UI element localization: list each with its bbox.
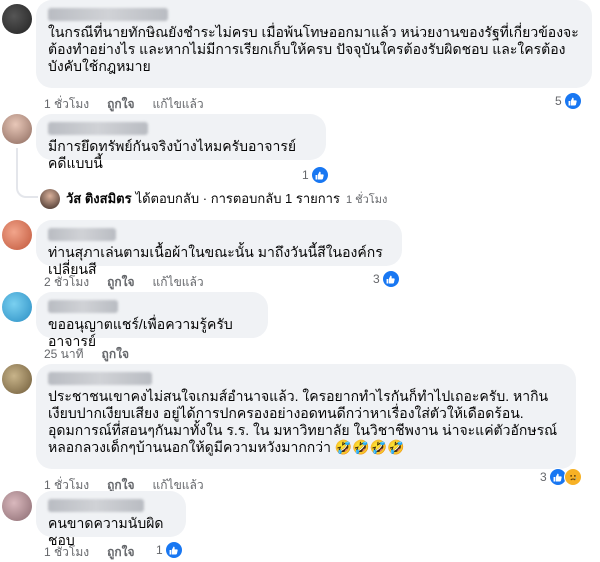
avatar[interactable] (2, 114, 32, 144)
avatar[interactable] (2, 292, 32, 322)
reaction-summary[interactable]: 3 (373, 270, 400, 288)
comment-actions: 2 ชั่วโมง ถูกใจ แก้ไขแล้ว (44, 273, 204, 292)
avatar[interactable] (2, 4, 32, 34)
comment-bubble: ในกรณีที่นายทักษิณยังชำระไม่ครบ เมื่อพ้น… (36, 0, 592, 88)
reaction-summary[interactable]: 5 (555, 92, 582, 110)
edited-label[interactable]: แก้ไขแล้ว (153, 95, 204, 114)
reaction-count: 3 (540, 470, 547, 484)
comment-bubble: มีการยึดทรัพย์กันจริงบ้างไหมครับอาจารย์ค… (36, 114, 326, 171)
comment-text: ประชาชนเขาคงไม่สนใจเกมส์อำนาจแล้ว. ใครอย… (48, 388, 558, 455)
comment-author-blurred[interactable] (48, 300, 118, 313)
thumbs-up-icon (563, 92, 582, 110)
comment-timestamp[interactable]: 25 นาที (44, 345, 84, 364)
thumbs-up-icon (381, 270, 400, 288)
comment-timestamp[interactable]: 2 ชั่วโมง (44, 273, 89, 292)
reaction-count: 1 (302, 168, 309, 182)
comment-author-blurred[interactable] (48, 8, 168, 21)
like-button[interactable]: ถูกใจ (107, 95, 134, 114)
comment-author-blurred[interactable] (48, 228, 116, 241)
thumbs-up-icon (310, 166, 329, 184)
like-button[interactable]: ถูกใจ (107, 543, 134, 562)
comment-timestamp[interactable]: 1 ชั่วโมง (44, 95, 89, 114)
reply-summary: ได้ตอบกลับ · การตอบกลับ 1 รายการ (135, 191, 340, 206)
reply-thread-line (16, 148, 38, 198)
edited-label[interactable]: แก้ไขแล้ว (153, 273, 204, 292)
like-button[interactable]: ถูกใจ (102, 345, 129, 364)
comment-text: ในกรณีที่นายทักษิณยังชำระไม่ครบ เมื่อพ้น… (48, 24, 579, 74)
comment-timestamp[interactable]: 1 ชั่วโมง (44, 543, 89, 562)
comment-actions: 1 ชั่วโมง ถูกใจ แก้ไขแล้ว (44, 95, 204, 114)
reaction-summary[interactable]: 1 (302, 166, 329, 184)
comment-author-blurred[interactable] (48, 499, 144, 512)
comment-bubble: ประชาชนเขาคงไม่สนใจเกมส์อำนาจแล้ว. ใครอย… (36, 364, 576, 469)
comment-text: มีการยึดทรัพย์กันจริงบ้างไหมครับอาจารย์ค… (48, 138, 297, 171)
comment-actions: 1 ชั่วโมง ถูกใจ (44, 543, 135, 562)
avatar (40, 188, 60, 209)
reply-author[interactable]: วัส ติงสมิตร (66, 188, 132, 209)
reaction-count: 1 (156, 543, 163, 557)
comment-bubble: ขออนุญาตแชร์/เพื่อความรู้ครับอาจารย์ (36, 292, 268, 349)
comment-author-blurred[interactable] (48, 122, 148, 135)
reaction-summary[interactable]: 3 (540, 468, 582, 486)
comment-bubble: ท่านสุภาเล่นตามเนื้อผ้าในขณะนั้น มาถึงวั… (36, 220, 402, 277)
avatar[interactable] (2, 491, 32, 521)
like-button[interactable]: ถูกใจ (107, 273, 134, 292)
reply-timestamp: 1 ชั่วโมง (345, 193, 388, 206)
comment-author-blurred[interactable] (48, 372, 152, 385)
view-replies-link[interactable]: วัส ติงสมิตร ได้ตอบกลับ · การตอบกลับ 1 ร… (40, 188, 387, 209)
reaction-count: 3 (373, 272, 380, 286)
comment-actions: 25 นาที ถูกใจ (44, 345, 129, 364)
reaction-count: 5 (555, 94, 562, 108)
reaction-summary[interactable]: 1 (156, 541, 183, 559)
avatar[interactable] (2, 364, 32, 394)
thumbs-up-icon (164, 541, 183, 559)
comment-bubble: คนขาดความนับผิดชอบ (36, 491, 186, 548)
sad-face-icon (563, 468, 582, 486)
avatar[interactable] (2, 220, 32, 250)
